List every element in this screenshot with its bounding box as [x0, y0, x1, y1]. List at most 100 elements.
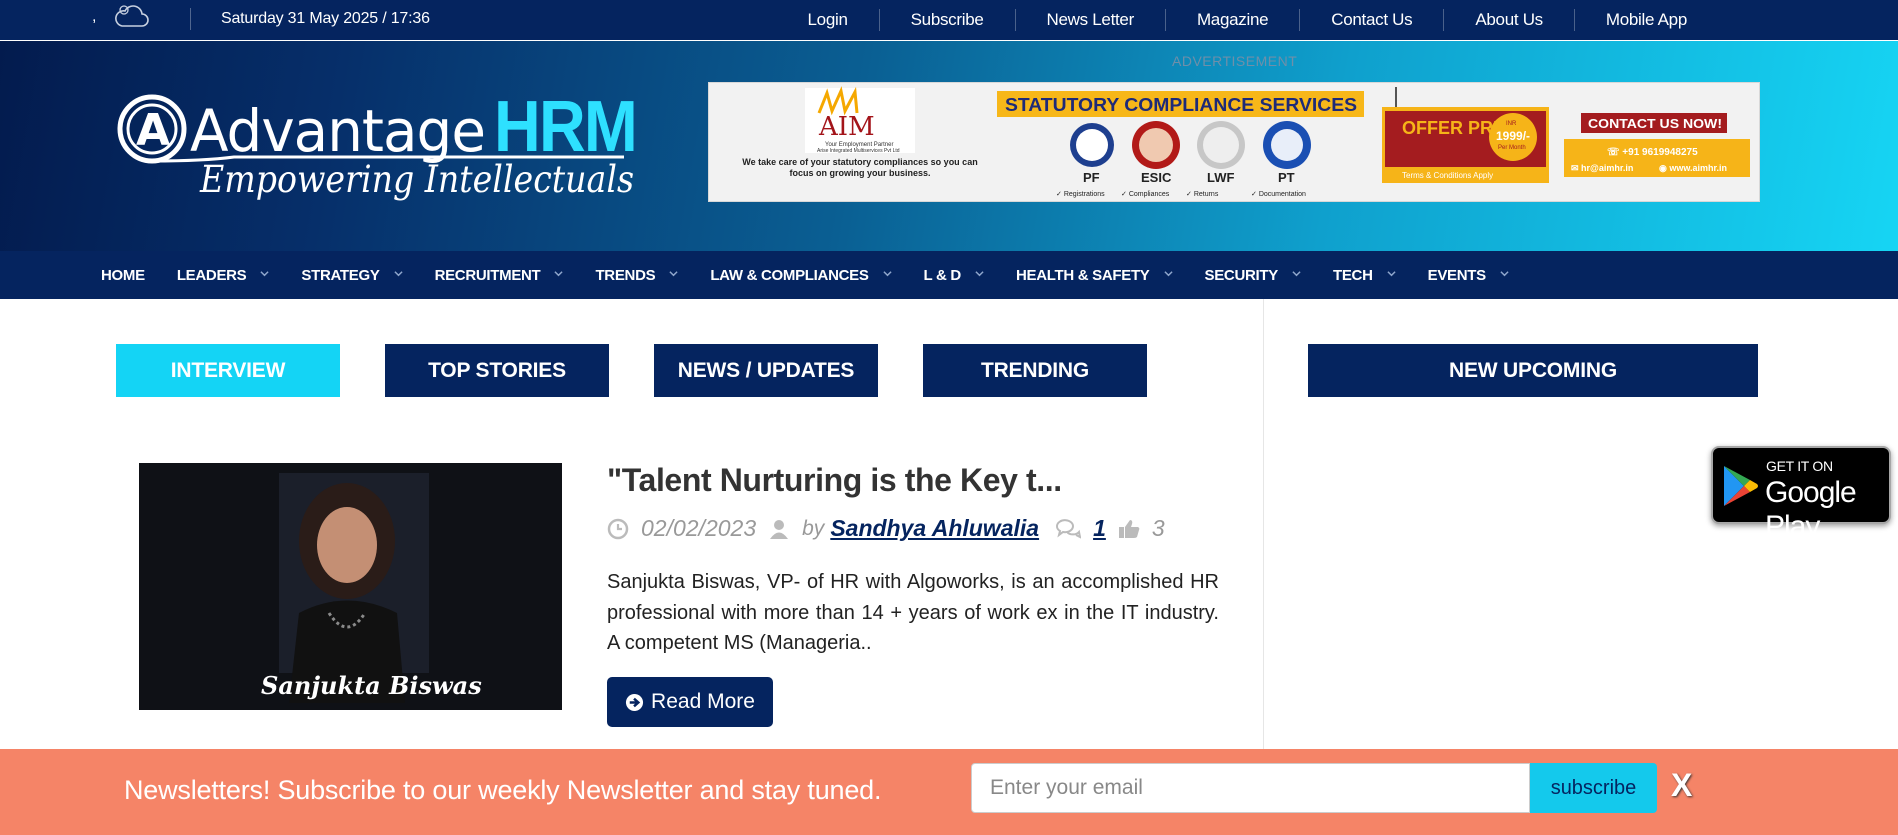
nav-item-law-compliances[interactable]: LAW & COMPLIANCES: [710, 266, 892, 284]
svg-text:☏ +91 9619948275: ☏ +91 9619948275: [1607, 147, 1698, 158]
google-play-icon: [1724, 466, 1758, 506]
read-more-label: Read More: [651, 690, 755, 713]
magazine-link[interactable]: Magazine: [1164, 9, 1299, 31]
svg-text:✉ hr@aimhr.in: ✉ hr@aimhr.in: [1571, 163, 1633, 173]
google-play-small: GET IT ON: [1766, 458, 1833, 474]
nav-item-label: RECRUITMENT: [434, 266, 541, 284]
by-label: by: [802, 516, 825, 540]
comments-count[interactable]: 1: [1093, 515, 1106, 542]
author-link[interactable]: Sandhya Ahluwalia: [830, 515, 1039, 542]
chevron-down-icon: [669, 270, 678, 276]
chevron-down-icon: [393, 270, 403, 276]
mobile-app-link[interactable]: Mobile App: [1573, 9, 1718, 31]
weather-text: ,: [92, 8, 97, 25]
main-nav: HOME LEADERS STRATEGY RECRUITMENT TRENDS LAW …: [0, 251, 1898, 299]
login-link[interactable]: Login: [777, 9, 879, 31]
svg-text:PF: PF: [1083, 170, 1100, 185]
comments-icon: [1056, 518, 1082, 539]
google-play-label: Google Play: [1765, 476, 1857, 543]
tab-new-upcoming[interactable]: NEW UPCOMING: [1308, 344, 1758, 397]
close-newsletter-button[interactable]: X: [1671, 767, 1692, 804]
article-title[interactable]: "Talent Nurturing is the Key t...: [607, 462, 1062, 499]
nav-item-label: L & D: [923, 266, 962, 284]
subscribe-link[interactable]: Subscribe: [878, 9, 1015, 31]
tab-news-updates[interactable]: NEWS / UPDATES: [654, 344, 878, 397]
google-play-badge[interactable]: GET IT ON Google Play: [1711, 446, 1891, 543]
cloud-icon: [115, 5, 149, 27]
nav-item-label: SECURITY: [1204, 266, 1279, 284]
svg-text:◉ www.aimhr.in: ◉ www.aimhr.in: [1659, 163, 1727, 173]
nav-item-l-d[interactable]: L & D: [924, 267, 984, 284]
tab-interview[interactable]: INTERVIEW: [116, 344, 340, 397]
svg-text:✓ Returns: ✓ Returns: [1186, 191, 1219, 198]
svg-text:CONTACT US NOW!: CONTACT US NOW!: [1588, 116, 1722, 131]
svg-text:LWF: LWF: [1207, 170, 1234, 185]
subscribe-button[interactable]: subscribe: [1530, 763, 1657, 813]
chevron-down-icon: [1163, 270, 1173, 276]
newsletter-link[interactable]: News Letter: [1014, 9, 1165, 31]
chevron-down-icon: [1292, 270, 1301, 276]
svg-text:Per Month: Per Month: [1498, 145, 1526, 151]
chevron-down-icon: [882, 270, 892, 276]
tab-top-stories[interactable]: TOP STORIES: [385, 344, 609, 397]
svg-text:✓ Registrations: ✓ Registrations: [1056, 191, 1105, 198]
current-datetime: Saturday 31 May 2025 / 17:36: [221, 10, 430, 27]
nav-item-strategy[interactable]: STRATEGY: [301, 266, 403, 284]
advertisement-label: ADVERTISEMENT: [1172, 53, 1298, 69]
svg-text:✓ Compliances: ✓ Compliances: [1121, 191, 1170, 198]
arrow-circle-right-icon: [625, 693, 644, 711]
nav-item-recruitment[interactable]: RECRUITMENT: [435, 267, 564, 284]
article-excerpt: Sanjukta Biswas, VP- of HR with Algowork…: [607, 571, 1219, 654]
nav-item-events[interactable]: EVENTS: [1428, 267, 1509, 284]
column-divider: [1263, 299, 1264, 749]
site-header: A Advantage HRM Empowering Intellectuals…: [0, 41, 1898, 251]
nav-item-health-safety[interactable]: HEALTH & SAFETY: [1016, 267, 1173, 284]
newsletter-text: Newsletters! Subscribe to our weekly New…: [124, 775, 882, 805]
nav-item-label: HOME: [101, 266, 145, 284]
svg-text:Terms & Conditions Apply: Terms & Conditions Apply: [1402, 171, 1493, 180]
svg-text:ESIC: ESIC: [1141, 170, 1172, 185]
nav-item-label: STRATEGY: [301, 266, 380, 284]
user-icon: [770, 519, 789, 539]
advertisement-banner[interactable]: AIM Your Employment Partner Arise Integr…: [708, 82, 1760, 202]
nav-item-label: HEALTH & SAFETY: [1015, 266, 1150, 284]
divider: [190, 8, 191, 30]
nav-item-label: TECH: [1332, 266, 1373, 284]
chevron-down-icon: [554, 270, 564, 276]
tab-trending[interactable]: TRENDING: [923, 344, 1147, 397]
nav-item-label: EVENTS: [1427, 266, 1487, 284]
svg-text:HRM: HRM: [494, 87, 636, 167]
svg-text:PT: PT: [1278, 170, 1295, 185]
top-nav: Login Subscribe News Letter Magazine Con…: [777, 0, 1718, 40]
thumbs-up-icon[interactable]: [1118, 518, 1140, 540]
newsletter-email-input[interactable]: [971, 763, 1530, 813]
svg-text:Empowering Intellectuals: Empowering Intellectuals: [199, 158, 634, 201]
nav-item-label: LAW & COMPLIANCES: [710, 266, 869, 284]
nav-item-label: LEADERS: [176, 266, 247, 284]
svg-text:✓ Documentation: ✓ Documentation: [1251, 191, 1306, 198]
about-us-link[interactable]: About Us: [1443, 9, 1574, 31]
svg-text:A: A: [136, 105, 170, 156]
svg-text:Sanjukta Biswas: Sanjukta Biswas: [261, 671, 482, 700]
top-bar: , Saturday 31 May 2025 / 17:36 Login Sub…: [0, 0, 1898, 40]
nav-item-trends[interactable]: TRENDS: [595, 267, 678, 284]
article-date: 02/02/2023: [641, 515, 757, 541]
chevron-down-icon: [975, 270, 984, 276]
nav-item-tech[interactable]: TECH: [1333, 267, 1396, 284]
svg-text:STATUTORY COMPLIANCE SERVICES: STATUTORY COMPLIANCE SERVICES: [1005, 95, 1357, 115]
read-more-button[interactable]: Read More: [607, 677, 773, 727]
clock-icon: [607, 518, 629, 539]
article-image[interactable]: Sanjukta Biswas: [139, 463, 562, 710]
nav-item-leaders[interactable]: LEADERS: [177, 267, 270, 284]
nav-item-label: TRENDS: [595, 266, 656, 284]
chevron-down-icon: [1387, 270, 1396, 276]
contact-us-link[interactable]: Contact Us: [1299, 9, 1443, 31]
nav-item-home[interactable]: HOME: [101, 267, 145, 284]
svg-text:AIM: AIM: [818, 112, 875, 142]
svg-text:INR: INR: [1506, 121, 1517, 127]
likes-count: 3: [1151, 515, 1165, 541]
chevron-down-icon: [260, 270, 269, 276]
nav-item-security[interactable]: SECURITY: [1205, 267, 1301, 284]
svg-text:1999/-: 1999/-: [1496, 129, 1530, 143]
site-logo[interactable]: A Advantage HRM Empowering Intellectuals: [114, 81, 644, 211]
